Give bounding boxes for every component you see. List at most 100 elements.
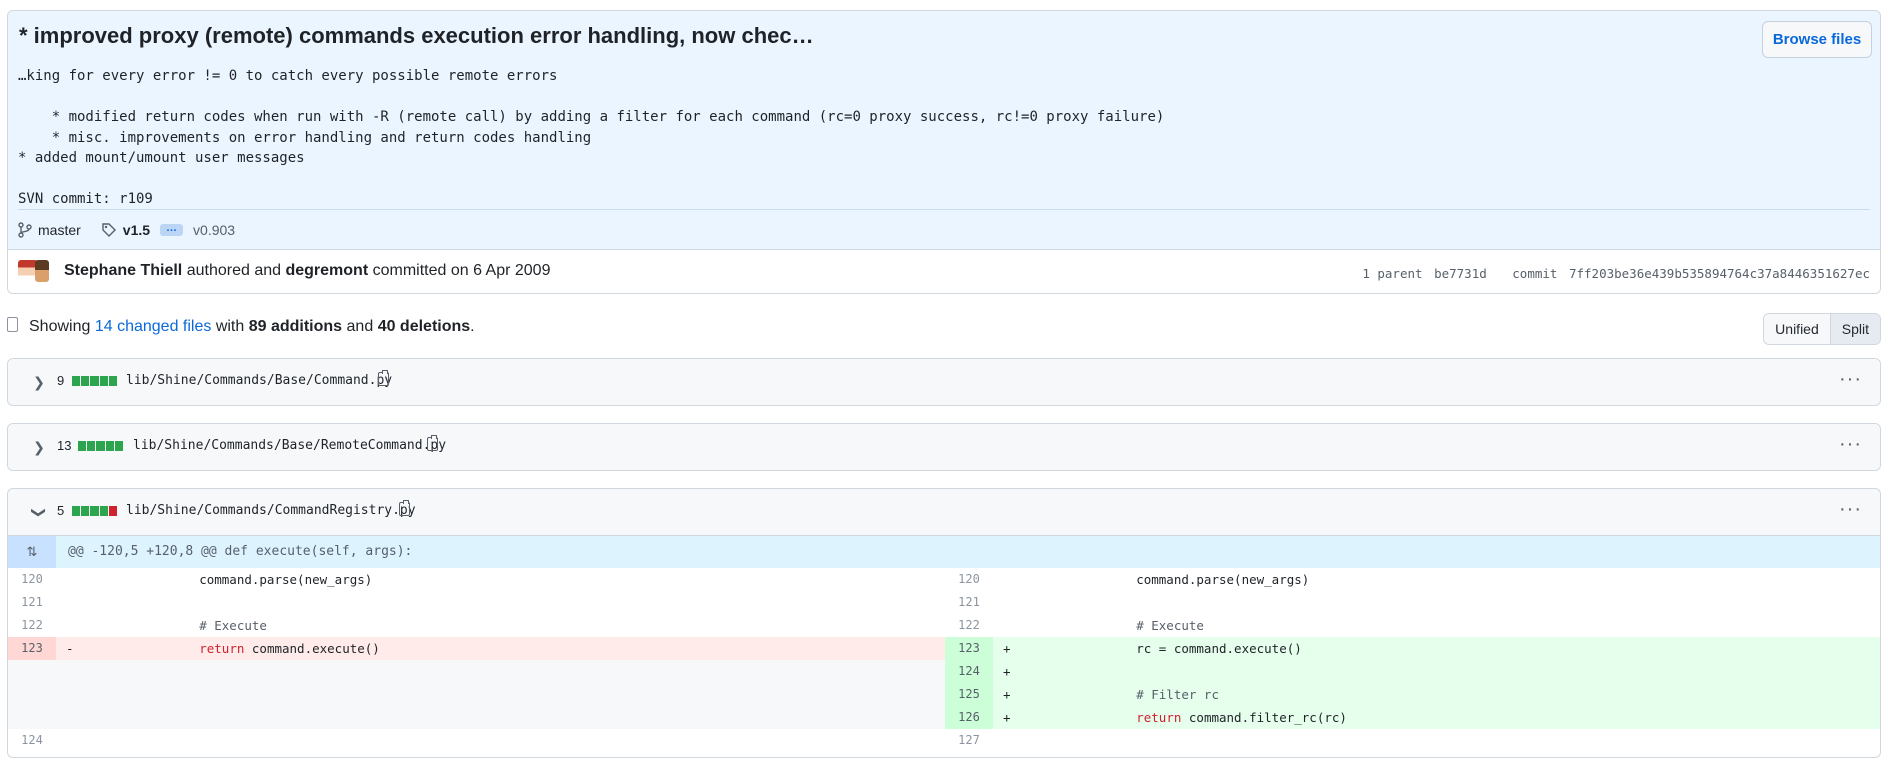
commit-title[interactable]: * improved proxy (remote) commands execu… — [19, 23, 814, 49]
code-text: command.execute() — [244, 641, 380, 656]
parent-label: 1 parent — [1362, 266, 1423, 281]
avatar-group — [18, 260, 49, 282]
authored-text: authored and — [186, 262, 282, 279]
split-view-button[interactable]: Split — [1829, 314, 1880, 344]
file-path-link[interactable]: lib/Shine/Commands/Base/RemoteCommand.py — [133, 438, 446, 453]
diff-marker: + — [1003, 641, 1011, 656]
diffstat-del-block — [108, 506, 117, 516]
copy-icon[interactable] — [378, 370, 389, 386]
diffstat-add-block — [81, 506, 90, 516]
avatar[interactable] — [35, 260, 49, 282]
diffstat-blocks — [72, 506, 117, 516]
code-text: # Execute — [139, 618, 267, 633]
unified-view-button[interactable]: Unified — [1764, 314, 1830, 344]
diffstat-add-block — [99, 376, 108, 386]
tag-link-last[interactable]: v0.903 — [193, 222, 235, 238]
code-line: command.parse(new_args) — [1076, 568, 1309, 591]
left-diff-cell: 120 command.parse(new_args) — [8, 568, 945, 591]
branch-icon — [18, 222, 32, 238]
diffstat-add-block — [72, 376, 81, 386]
left-diff-cell: 123- return command.execute() — [8, 637, 945, 660]
right-diff-cell: 125 + # Filter rc — [945, 683, 1880, 706]
line-number — [8, 706, 56, 729]
file-diff: ❯ 13 lib/Shine/Commands/Base/RemoteComma… — [7, 423, 1881, 471]
diffstat-add-block — [78, 441, 87, 451]
kebab-menu-icon[interactable]: ··· — [1839, 368, 1862, 391]
diff-row: 122 # Execute 122 # Execute — [8, 614, 1880, 637]
line-number[interactable]: 121 — [8, 591, 56, 614]
line-number[interactable]: 122 — [8, 614, 56, 637]
file-path-link[interactable]: lib/Shine/Commands/CommandRegistry.py — [126, 503, 416, 518]
diffstat-count: 5 — [57, 503, 65, 518]
diff-row: 123- return command.execute() 123 + rc = c… — [8, 637, 1880, 660]
author-link[interactable]: Stephane Thiell — [64, 262, 182, 279]
chevron-right-icon[interactable]: ❯ — [32, 439, 46, 456]
hunk-header: ⇅ @@ -120,5 +120,8 @@ def execute(self, … — [8, 535, 1880, 568]
line-number[interactable]: 120 — [8, 568, 56, 591]
line-number[interactable]: 124 — [945, 660, 993, 683]
diffstat-add-block — [105, 441, 114, 451]
right-diff-cell: 120 command.parse(new_args) — [945, 568, 1880, 591]
diffstat-add-block — [96, 441, 105, 451]
right-diff-cell: 127 — [945, 729, 1880, 752]
copy-icon[interactable] — [427, 435, 438, 451]
line-number[interactable]: 126 — [945, 706, 993, 729]
copy-icon[interactable] — [399, 500, 410, 516]
kebab-menu-icon[interactable]: ··· — [1839, 498, 1862, 521]
code-line: return command.execute() — [139, 637, 380, 660]
file-diff: ❯ 5 lib/Shine/Commands/CommandRegistry.p… — [7, 488, 1881, 758]
commit-description: …king for every error != 0 to catch ever… — [18, 68, 1165, 207]
left-diff-cell — [8, 660, 945, 683]
period: . — [470, 318, 475, 335]
diffstat-add-block — [108, 376, 117, 386]
diff-row: 124 + — [8, 660, 1880, 683]
diff-row: 126 + return command.filter_rc(rc) — [8, 706, 1880, 729]
line-number[interactable]: 123 — [8, 637, 56, 660]
tag-link[interactable]: v1.5 — [123, 222, 150, 238]
line-number[interactable]: 120 — [945, 568, 993, 591]
changed-files-link[interactable]: 14 changed files — [95, 318, 212, 335]
line-number[interactable]: 124 — [8, 729, 56, 752]
code-text: rc = command.execute() — [1076, 641, 1302, 656]
diff-marker: - — [66, 641, 74, 656]
line-number[interactable]: 122 — [945, 614, 993, 637]
diffstat-add-block — [99, 506, 108, 516]
committed-text: committed on 6 Apr 2009 — [372, 262, 551, 279]
left-diff-cell — [8, 683, 945, 706]
code-text: command.filter_rc(rc) — [1181, 710, 1347, 725]
branch-link[interactable]: master — [38, 222, 81, 238]
keyword: return — [1136, 710, 1182, 725]
line-number[interactable]: 121 — [945, 591, 993, 614]
file-path-link[interactable]: lib/Shine/Commands/Base/Command.py — [126, 373, 392, 388]
line-number[interactable]: 125 — [945, 683, 993, 706]
additions-count: 89 additions — [248, 318, 343, 335]
divider — [18, 209, 1870, 210]
chevron-down-icon[interactable]: ❯ — [31, 506, 48, 520]
with-label: with — [215, 318, 245, 335]
expand-hunk-icon[interactable]: ⇅ — [8, 536, 56, 568]
diffstat-count: 9 — [57, 373, 65, 388]
code-line: # Execute — [139, 614, 267, 637]
code-line: command.parse(new_args) — [139, 568, 372, 591]
committer-link[interactable]: degremont — [285, 262, 368, 279]
line-number — [8, 660, 56, 683]
code-line: return command.filter_rc(rc) — [1076, 706, 1347, 729]
diff-row: 125 + # Filter rc — [8, 683, 1880, 706]
diffstat-add-block — [72, 506, 81, 516]
parent-sha-link[interactable]: be7731d — [1434, 266, 1487, 281]
browse-files-button[interactable]: Browse files — [1762, 21, 1872, 58]
diffstat-count: 13 — [57, 438, 72, 453]
diff-marker: + — [1003, 710, 1011, 725]
line-number[interactable]: 123 — [945, 637, 993, 660]
hunk-header-text: @@ -120,5 +120,8 @@ def execute(self, ar… — [68, 544, 413, 559]
file-diff-icon — [7, 317, 18, 332]
chevron-right-icon[interactable]: ❯ — [32, 374, 46, 391]
diff-summary: Showing 14 changed files with 89 additio… — [29, 318, 475, 336]
kebab-menu-icon[interactable]: ··· — [1839, 433, 1862, 456]
expand-tags-button[interactable]: … — [160, 223, 184, 236]
right-diff-cell: 122 # Execute — [945, 614, 1880, 637]
commit-label: commit — [1512, 266, 1558, 281]
line-number[interactable]: 127 — [945, 729, 993, 752]
tag-icon — [102, 223, 116, 237]
